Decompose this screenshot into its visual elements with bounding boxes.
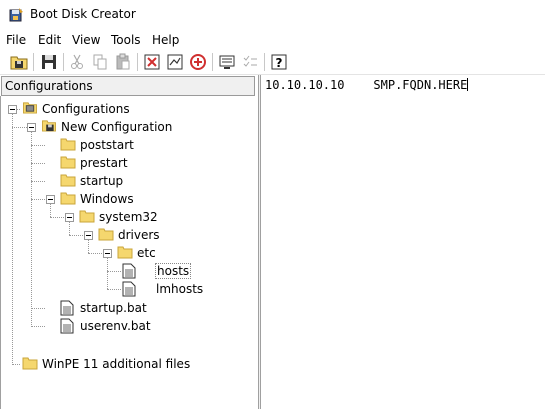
hostname-text: SMP.FQDN.HERE xyxy=(373,78,468,92)
text-file-icon xyxy=(60,318,74,334)
tree-node-configurations[interactable]: Configurations xyxy=(1,100,259,118)
new-config-icon[interactable] xyxy=(10,53,28,71)
tree-node-label: etc xyxy=(137,246,156,260)
configurations-pane: Configurations Configurations New Config… xyxy=(0,75,258,409)
folder-icon xyxy=(60,174,76,187)
add-folder-icon[interactable] xyxy=(166,53,184,71)
copy-icon[interactable] xyxy=(91,53,109,71)
tree-node-label: userenv.bat xyxy=(80,319,151,333)
collapse-toggle[interactable] xyxy=(84,231,93,240)
collapse-toggle[interactable] xyxy=(8,105,17,114)
window-title: Boot Disk Creator xyxy=(30,7,136,21)
tree-node-userenv-bat[interactable]: userenv.bat xyxy=(1,317,259,335)
ip-address-text: 10.10.10.10 xyxy=(265,78,345,92)
folder-icon xyxy=(22,357,38,370)
configuration-icon xyxy=(42,120,56,132)
menu-bar: File Edit View Tools Help xyxy=(0,30,545,50)
properties-icon[interactable] xyxy=(241,53,259,71)
cut-icon[interactable] xyxy=(68,53,86,71)
text-file-icon xyxy=(60,300,74,316)
toolbar-separator xyxy=(212,53,213,71)
text-caret xyxy=(467,78,469,91)
tree-node-label: WinPE 11 additional files xyxy=(42,357,191,371)
toolbar-separator xyxy=(264,53,265,71)
tree-node-winpe-additional-files[interactable]: WinPE 11 additional files xyxy=(1,355,259,373)
toolbar: ? xyxy=(0,50,545,75)
tree-node-label: startup xyxy=(80,174,124,188)
tree-node-drivers[interactable]: drivers xyxy=(1,226,259,244)
menu-edit[interactable]: Edit xyxy=(38,33,61,47)
tree-node-hosts[interactable]: hosts xyxy=(1,262,259,280)
collapse-toggle[interactable] xyxy=(46,195,55,204)
pane-header: Configurations xyxy=(1,76,255,96)
tree-node-label: Windows xyxy=(80,192,134,206)
collapse-toggle[interactable] xyxy=(65,213,74,222)
configuration-tree[interactable]: Configurations New Configuration poststa… xyxy=(0,96,258,409)
toolbar-separator xyxy=(137,53,138,71)
menu-tools[interactable]: Tools xyxy=(111,33,141,47)
add-file-icon[interactable] xyxy=(143,53,161,71)
tree-node-label: startup.bat xyxy=(80,301,147,315)
tree-node-label: drivers xyxy=(118,228,160,242)
text-file-icon xyxy=(122,263,136,279)
save-icon[interactable] xyxy=(40,53,58,71)
boot-disk-app-icon xyxy=(9,8,23,22)
text-file-icon xyxy=(122,281,136,297)
folder-icon xyxy=(60,192,76,205)
tree-node-prestart[interactable]: prestart xyxy=(1,154,259,172)
folder-icon xyxy=(117,246,133,259)
folder-icon xyxy=(79,210,95,223)
tree-node-label: lmhosts xyxy=(156,282,204,296)
tree-node-label: prestart xyxy=(80,156,128,170)
folder-icon xyxy=(60,156,76,169)
tree-node-startup[interactable]: startup xyxy=(1,172,259,190)
tree-node-label: Configurations xyxy=(42,102,130,116)
folder-icon xyxy=(98,228,114,241)
title-bar: Boot Disk Creator xyxy=(0,0,545,30)
toolbar-separator xyxy=(63,53,64,71)
menu-file[interactable]: File xyxy=(6,33,26,47)
preview-icon[interactable] xyxy=(218,53,236,71)
menu-view[interactable]: View xyxy=(72,33,100,47)
tree-node-new-configuration[interactable]: New Configuration xyxy=(1,118,259,136)
tree-node-startup-bat[interactable]: startup.bat xyxy=(1,299,259,317)
help-icon[interactable]: ? xyxy=(270,53,288,71)
collapse-toggle[interactable] xyxy=(27,123,36,132)
file-content-editor[interactable]: 10.10.10.10 SMP.FQDN.HERE xyxy=(261,75,545,409)
pane-header-label: Configurations xyxy=(5,79,93,93)
tree-node-system32[interactable]: system32 xyxy=(1,208,259,226)
editor-line: 10.10.10.10 SMP.FQDN.HERE xyxy=(265,78,469,92)
configurations-root-icon xyxy=(23,102,37,114)
tree-node-label: system32 xyxy=(99,210,158,224)
tree-node-windows[interactable]: Windows xyxy=(1,190,259,208)
tree-node-label: New Configuration xyxy=(61,120,173,134)
collapse-toggle[interactable] xyxy=(103,249,112,258)
paste-icon[interactable] xyxy=(114,53,132,71)
toolbar-separator xyxy=(33,53,34,71)
delete-icon[interactable] xyxy=(189,53,207,71)
tree-node-label: hosts xyxy=(154,263,192,279)
tree-node-lmhosts[interactable]: lmhosts xyxy=(1,280,259,298)
tree-node-label: poststart xyxy=(80,138,134,152)
tree-node-poststart[interactable]: poststart xyxy=(1,136,259,154)
folder-icon xyxy=(60,138,76,151)
svg-text:?: ? xyxy=(276,56,283,70)
tree-node-etc[interactable]: etc xyxy=(1,244,259,262)
menu-help[interactable]: Help xyxy=(152,33,179,47)
